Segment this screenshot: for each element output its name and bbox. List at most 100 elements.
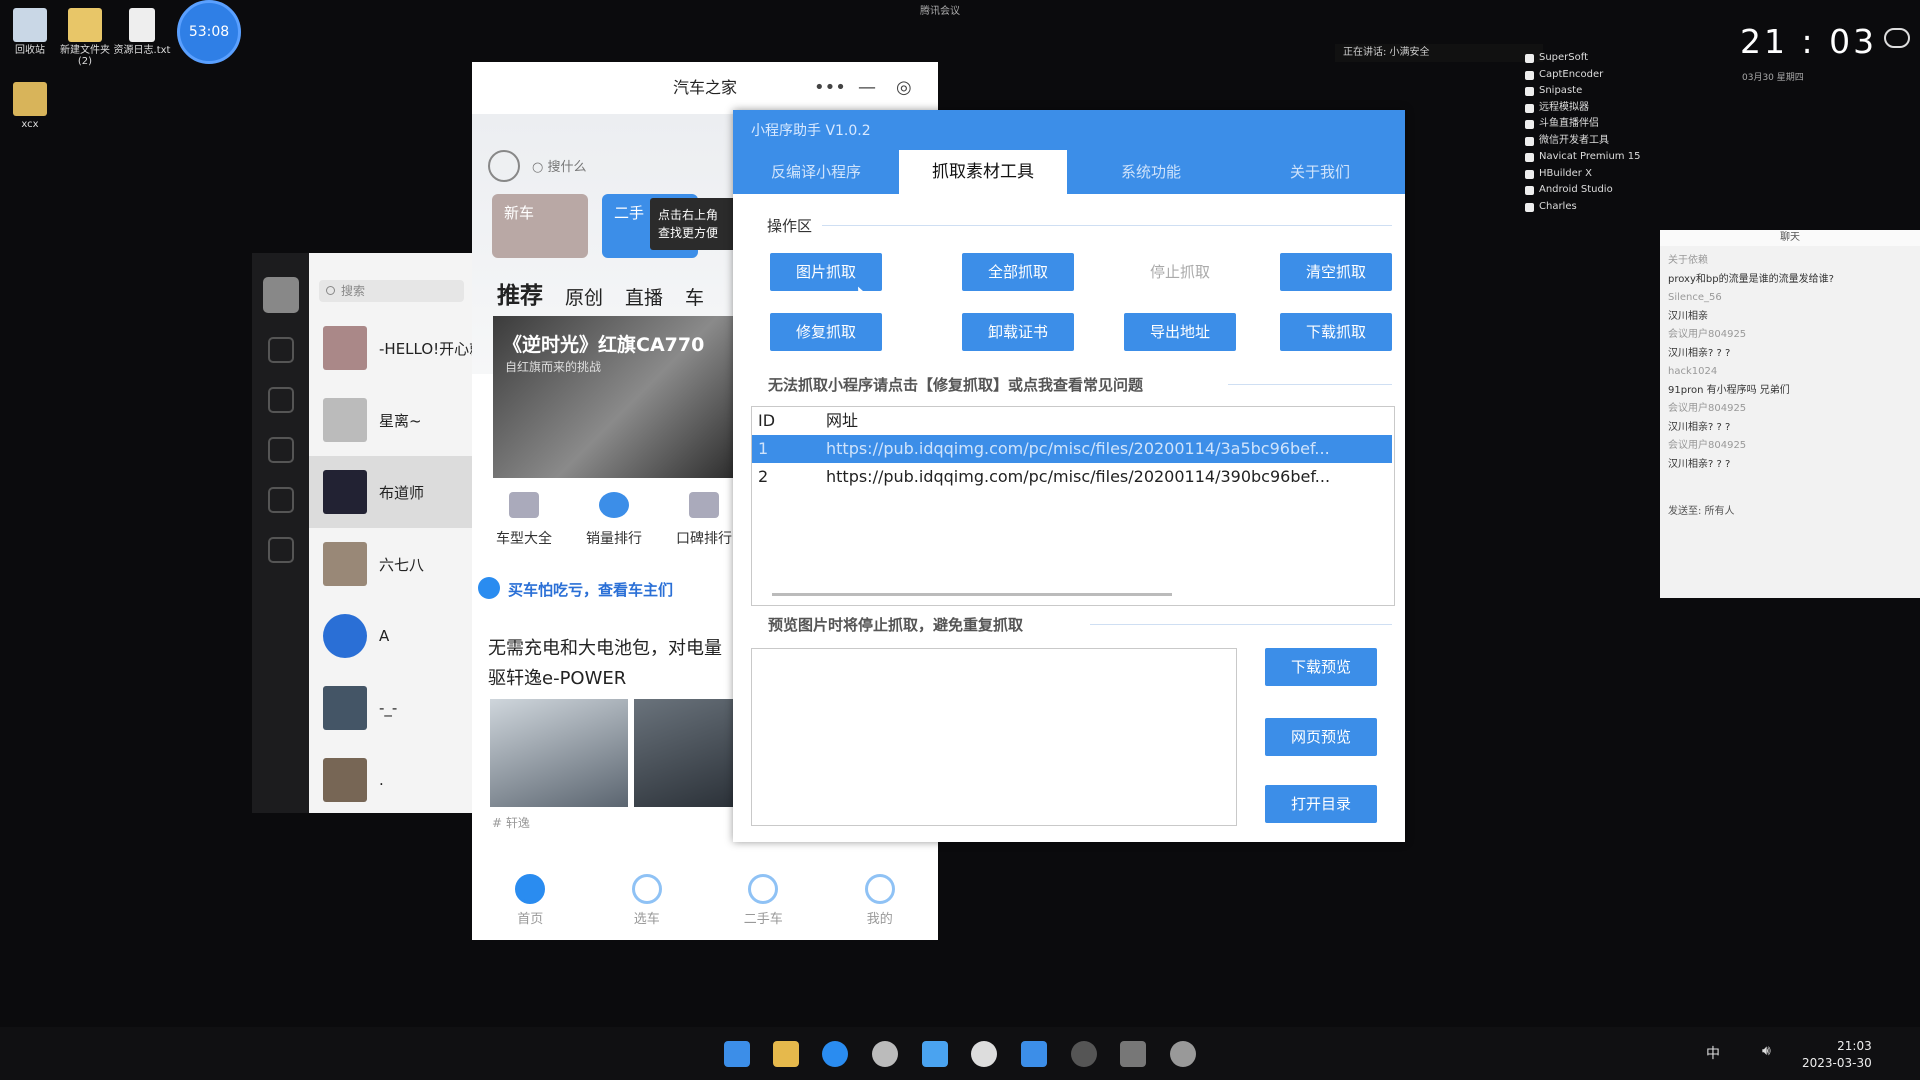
avatar [323, 614, 367, 658]
app-item[interactable]: SuperSoft [1525, 50, 1640, 67]
window-title: 小程序助手 V1.0.2 [751, 123, 871, 139]
download-preview-button[interactable]: 下载预览 [1265, 648, 1377, 686]
tab-recommend[interactable]: 推荐 [497, 276, 543, 310]
chat-message: 汉川相亲? ? ? [1668, 421, 1731, 433]
moments-icon[interactable] [267, 537, 294, 563]
taskbar [0, 1027, 1920, 1080]
favorites-icon[interactable] [267, 437, 294, 463]
nav-mine[interactable]: 我的 [845, 866, 915, 940]
bottom-nav: 首页 选车 二手车 我的 [472, 866, 938, 940]
app-icon[interactable] [922, 1041, 948, 1067]
image-preview-area [751, 648, 1237, 826]
avatar [323, 326, 367, 370]
edge-icon[interactable] [822, 1041, 848, 1067]
car-icon [509, 492, 539, 518]
news-title[interactable]: 无需充电和大电池包，对电量 驱轩逸e-POWER [488, 634, 738, 694]
tab-decompile[interactable]: 反编译小程序 [733, 150, 899, 194]
more-icon[interactable]: ••• [814, 62, 846, 114]
app-item[interactable]: Android Studio [1525, 182, 1640, 199]
chat-send-to[interactable]: 发送至: 所有人 [1668, 502, 1735, 517]
desktop-icon-log-file[interactable]: 资源日志.txt [112, 8, 172, 56]
tab-system[interactable]: 系统功能 [1067, 150, 1235, 194]
news-image [490, 699, 628, 807]
clear-capture-button[interactable]: 清空抓取 [1280, 253, 1392, 291]
files-icon[interactable] [267, 487, 294, 513]
web-preview-button[interactable]: 网页预览 [1265, 718, 1377, 756]
tab-original[interactable]: 原创 [565, 283, 603, 310]
wechat-search-input[interactable]: 搜索 [319, 280, 464, 302]
image-capture-button[interactable]: 图片抓取 [770, 253, 882, 291]
chrome-icon[interactable] [872, 1041, 898, 1067]
chat-message: 汉川相亲? ? ? [1668, 347, 1731, 359]
used-car-icon [748, 874, 779, 904]
meeting-timer[interactable]: 53:08 [177, 0, 241, 64]
tab-about[interactable]: 关于我们 [1235, 150, 1405, 194]
desktop-icon-xcx[interactable]: xcx [0, 82, 60, 130]
content-tabs: 推荐 原创 直播 车 [497, 276, 704, 310]
avatar [323, 542, 367, 586]
nav-select-car[interactable]: 选车 [612, 866, 682, 940]
app-icon[interactable] [1120, 1041, 1146, 1067]
search-input[interactable]: ○ 搜什么 [532, 156, 652, 180]
chat-icon[interactable] [267, 337, 294, 363]
chat-list-item[interactable]: 布道师 [309, 456, 474, 528]
app-icon[interactable] [1071, 1041, 1097, 1067]
chat-message: proxy和bp的流量是谁的流量发给谁? [1668, 273, 1834, 285]
app-item[interactable]: Charles [1525, 199, 1640, 216]
taskbar-clock[interactable]: 21:03 2023-03-30 [1802, 1038, 1872, 1072]
file-explorer-icon[interactable] [773, 1041, 799, 1067]
avatar[interactable] [262, 277, 299, 313]
chat-list-item[interactable]: -HELLO!开心就 [309, 312, 474, 384]
nav-home[interactable]: 首页 [495, 866, 565, 940]
uninstall-cert-button[interactable]: 卸载证书 [962, 313, 1074, 351]
chat-list-item[interactable]: 六七八 [309, 528, 474, 600]
tab-capture[interactable]: 抓取素材工具 [899, 150, 1067, 194]
new-car-card[interactable]: 新车 [492, 194, 588, 258]
minimize-icon[interactable]: — [858, 62, 876, 114]
app-item[interactable]: CaptEncoder [1525, 67, 1640, 84]
app-item[interactable]: 远程模拟器 [1525, 100, 1640, 117]
nav-used-car[interactable]: 二手车 [728, 866, 798, 940]
repair-capture-button[interactable]: 修复抓取 [770, 313, 882, 351]
shortcut-reputation[interactable]: 口碑排行 [664, 492, 744, 548]
table-row[interactable]: 2 https://pub.idqqimg.com/pc/misc/files/… [752, 463, 1392, 491]
banner-carousel[interactable]: 《逆时光》红旗CA770 自红旗而来的挑战 [493, 316, 741, 478]
tab-live[interactable]: 直播 [625, 283, 663, 310]
capture-all-button[interactable]: 全部抓取 [962, 253, 1074, 291]
app-item[interactable]: Snipaste [1525, 83, 1640, 100]
horizontal-scrollbar[interactable] [772, 593, 1172, 596]
contacts-icon[interactable] [267, 387, 294, 413]
app-item[interactable]: Navicat Premium 15 [1525, 149, 1640, 166]
chat-sender: Silence_56 [1668, 292, 1722, 303]
chat-sender: 会议用户804925 [1668, 403, 1747, 414]
stop-capture-button[interactable]: 停止抓取 [1124, 253, 1236, 291]
shortcut-sales[interactable]: 销量排行 [574, 492, 654, 548]
download-capture-button[interactable]: 下载抓取 [1280, 313, 1392, 351]
app-item[interactable]: HBuilder X [1525, 166, 1640, 183]
avatar [323, 398, 367, 442]
chat-messages: 关于依赖 proxy和bp的流量是谁的流量发给谁? Silence_56 汉川相… [1660, 246, 1920, 480]
ime-indicator[interactable]: 中 [1706, 1043, 1720, 1063]
chat-list-item[interactable]: 星离~ [309, 384, 474, 456]
export-urls-button[interactable]: 导出地址 [1124, 313, 1236, 351]
wechat-icon[interactable] [971, 1041, 997, 1067]
table-row[interactable]: 1 https://pub.idqqimg.com/pc/misc/files/… [752, 435, 1392, 463]
promo-link[interactable]: 买车怕吃亏，查看车主们 [477, 577, 673, 600]
chat-list-item[interactable]: A [309, 600, 474, 672]
start-icon[interactable] [724, 1041, 750, 1067]
meeting-title: 腾讯会议 [920, 6, 960, 17]
open-folder-button[interactable]: 打开目录 [1265, 785, 1377, 823]
chat-list-item[interactable]: . [309, 744, 474, 813]
app-item[interactable]: 斗鱼直播伴侣 [1525, 116, 1640, 133]
chat-list-item[interactable]: -_- [309, 672, 474, 744]
close-circle-icon[interactable]: ◎ [896, 62, 912, 114]
desktop-icon-new-folder[interactable]: 新建文件夹 (2) [55, 8, 115, 67]
tab-car[interactable]: 车 [685, 283, 704, 310]
app-item[interactable]: 微信开发者工具 [1525, 133, 1640, 150]
app-icon[interactable] [1170, 1041, 1196, 1067]
help-link[interactable]: 无法抓取小程序请点击【修复抓取】或点我查看常见问题 [768, 374, 1143, 395]
shortcut-models[interactable]: 车型大全 [484, 492, 564, 548]
volume-icon[interactable]: 🔊︎ [1762, 1043, 1771, 1059]
image-viewer-icon[interactable] [1021, 1041, 1047, 1067]
desktop-icon-recycle-bin[interactable]: 回收站 [0, 8, 60, 56]
